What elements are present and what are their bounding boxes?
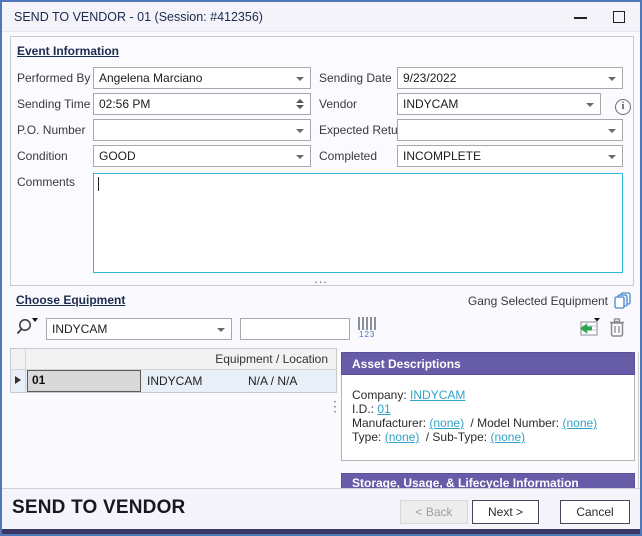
id-label: I.D.: <box>352 402 374 416</box>
maximize-icon <box>613 11 625 23</box>
bottom-accent-strip <box>2 529 640 534</box>
sending-time-spinner[interactable]: 02:56 PM <box>93 93 311 115</box>
completed-combobox[interactable]: INCOMPLETE <box>397 145 623 167</box>
equipment-location-header[interactable]: Equipment / Location <box>215 352 328 366</box>
delete-icon[interactable] <box>608 317 626 339</box>
minimize-icon <box>574 17 587 19</box>
performed-by-label: Performed By <box>17 67 90 89</box>
cancel-button[interactable]: Cancel <box>560 500 630 524</box>
text-caret <box>98 177 99 191</box>
equipment-table: Equipment / Location 01 INDYCAM N/A / N/… <box>10 348 337 393</box>
sending-date-label: Sending Date <box>319 67 392 89</box>
condition-value: GOOD <box>99 149 136 163</box>
send-to-vendor-dialog: SEND TO VENDOR - 01 (Session: #412356) E… <box>0 0 642 536</box>
gang-selected-equipment-label: Gang Selected Equipment <box>468 294 608 308</box>
sending-date-value: 9/23/2022 <box>403 71 456 85</box>
id-line: I.D.: 01 <box>352 402 634 416</box>
equipment-filter-combobox[interactable]: INDYCAM <box>46 318 232 340</box>
subtype-label: / Sub-Type: <box>426 430 487 444</box>
event-information-section: Event Information Performed By Angelena … <box>10 36 634 286</box>
chevron-down-icon <box>608 155 616 159</box>
search-icon[interactable] <box>15 317 39 341</box>
asset-descriptions-panel: Asset Descriptions Company: INDYCAM I.D.… <box>341 352 635 461</box>
title-bar[interactable]: SEND TO VENDOR - 01 (Session: #412356) <box>2 2 640 32</box>
add-to-grid-icon[interactable] <box>579 316 603 340</box>
maximize-button[interactable] <box>604 2 634 32</box>
equipment-filter-value: INDYCAM <box>52 322 107 336</box>
barcode-digits: 123 <box>359 330 375 339</box>
company-label: Company: <box>352 388 407 402</box>
splitter-handle[interactable]: ... <box>2 274 640 286</box>
subtype-link[interactable]: (none) <box>490 430 525 444</box>
condition-label: Condition <box>17 145 68 167</box>
window-title: SEND TO VENDOR - 01 (Session: #412356) <box>14 10 263 24</box>
condition-combobox[interactable]: GOOD <box>93 145 311 167</box>
sending-time-value: 02:56 PM <box>99 97 150 111</box>
type-label: Type: <box>352 430 381 444</box>
row-selector-cell[interactable] <box>11 370 26 392</box>
info-icon[interactable]: i <box>615 99 631 115</box>
gang-stack-icon[interactable] <box>614 292 632 310</box>
type-line: Type: (none) / Sub-Type: (none) <box>352 430 634 444</box>
po-number-combobox[interactable] <box>93 119 311 141</box>
vendor-value: INDYCAM <box>403 97 458 111</box>
comments-textarea[interactable] <box>93 173 623 273</box>
spin-up-icon[interactable] <box>296 99 304 103</box>
asset-descriptions-header: Asset Descriptions <box>341 352 635 375</box>
equipment-id-cell[interactable]: 01 <box>27 370 141 392</box>
sending-time-label: Sending Time <box>17 93 90 115</box>
chevron-down-icon <box>608 129 616 133</box>
barcode-scan-input[interactable] <box>240 318 350 340</box>
minimize-button[interactable] <box>566 2 596 32</box>
company-line: Company: INDYCAM <box>352 388 634 402</box>
vendor-label: Vendor <box>319 93 357 115</box>
po-number-label: P.O. Number <box>17 119 85 141</box>
sending-date-combobox[interactable]: 9/23/2022 <box>397 67 623 89</box>
model-number-label: / Model Number: <box>470 416 559 430</box>
expected-return-combobox[interactable] <box>397 119 623 141</box>
barcode-bars <box>358 317 378 330</box>
completed-label: Completed <box>319 145 377 167</box>
spin-down-icon[interactable] <box>296 105 304 109</box>
chevron-down-icon <box>32 318 38 322</box>
footer-bar: SEND TO VENDOR < Back Next > Cancel <box>2 488 640 529</box>
equipment-table-header[interactable]: Equipment / Location <box>11 349 336 370</box>
chevron-down-icon <box>608 77 616 81</box>
asset-descriptions-body: Company: INDYCAM I.D.: 01 Manufacturer: … <box>341 375 635 461</box>
equipment-location-cell: N/A / N/A <box>248 374 297 388</box>
wizard-title: SEND TO VENDOR <box>12 497 185 519</box>
chevron-down-icon <box>586 103 594 107</box>
manufacturer-line: Manufacturer: (none) / Model Number: (no… <box>352 416 634 430</box>
performed-by-combobox[interactable]: Angelena Marciano <box>93 67 311 89</box>
back-button[interactable]: < Back <box>400 500 468 524</box>
type-link[interactable]: (none) <box>385 430 420 444</box>
panel-resize-handle[interactable]: ⋮ <box>328 403 342 410</box>
chevron-down-icon <box>296 155 304 159</box>
comments-label: Comments <box>17 171 75 193</box>
panel-gutter <box>638 352 639 492</box>
choose-equipment-title: Choose Equipment <box>16 293 125 307</box>
event-information-title: Event Information <box>17 44 119 58</box>
chevron-down-icon <box>296 77 304 81</box>
equipment-company-cell: INDYCAM <box>147 374 202 388</box>
table-row[interactable]: 01 INDYCAM N/A / N/A <box>11 370 336 392</box>
chevron-down-icon <box>296 129 304 133</box>
row-selector-icon <box>15 376 21 384</box>
barcode-icon[interactable]: 123 <box>358 316 380 340</box>
model-number-link[interactable]: (none) <box>562 416 597 430</box>
row-selector-column <box>11 349 26 370</box>
manufacturer-label: Manufacturer: <box>352 416 426 430</box>
id-link[interactable]: 01 <box>377 402 390 416</box>
performed-by-value: Angelena Marciano <box>99 71 202 85</box>
chevron-down-icon <box>217 328 225 332</box>
expected-return-label: Expected Return <box>319 119 408 141</box>
vendor-combobox[interactable]: INDYCAM <box>397 93 601 115</box>
next-button[interactable]: Next > <box>472 500 539 524</box>
company-link[interactable]: INDYCAM <box>410 388 465 402</box>
manufacturer-link[interactable]: (none) <box>429 416 464 430</box>
completed-value: INCOMPLETE <box>403 149 481 163</box>
